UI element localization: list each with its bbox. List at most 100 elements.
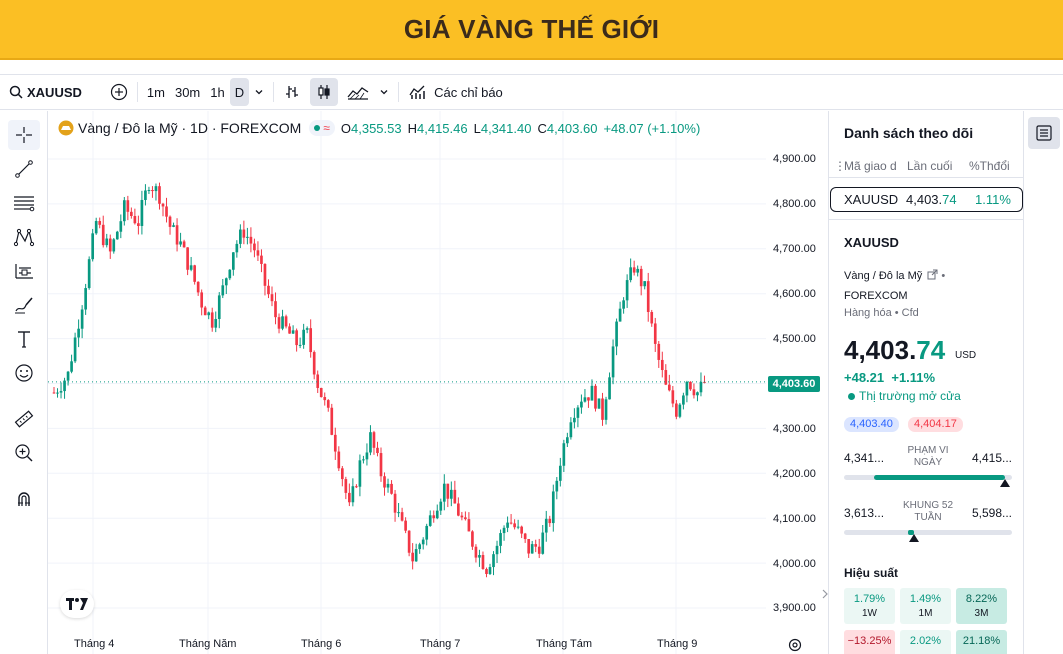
chart-legend: Vàng / Đô la Mỹ · 1D · FOREXCOM ≈ O 4,355… bbox=[58, 119, 706, 137]
candle-down bbox=[467, 519, 471, 532]
legend-close: 4,403.60 bbox=[546, 120, 598, 136]
candle-down bbox=[513, 523, 516, 528]
fib-tool[interactable] bbox=[8, 188, 40, 218]
column-symbol[interactable]: Mã giao d bbox=[844, 159, 897, 173]
candle-down bbox=[249, 236, 253, 244]
area-style-button[interactable] bbox=[342, 78, 374, 106]
candle-down bbox=[284, 316, 288, 327]
chevron-right-icon bbox=[822, 589, 828, 599]
performance-period: 1W bbox=[862, 608, 877, 619]
interval-dropdown[interactable] bbox=[249, 78, 269, 106]
week52-marker-icon bbox=[909, 534, 920, 542]
candle-up bbox=[558, 465, 562, 481]
emoji-tool[interactable] bbox=[8, 358, 40, 388]
detail-symbol[interactable]: XAUUSD bbox=[844, 235, 899, 250]
candles-style-button[interactable] bbox=[310, 78, 339, 106]
candle-up bbox=[386, 483, 390, 488]
interval-1m[interactable]: 1m bbox=[142, 78, 170, 106]
candlestick-chart[interactable] bbox=[48, 111, 820, 654]
column-change[interactable]: %Thđổi bbox=[969, 159, 1010, 173]
panel-collapse-handle[interactable] bbox=[821, 584, 828, 604]
pattern-tool[interactable] bbox=[8, 222, 40, 252]
indicators-icon bbox=[409, 85, 425, 99]
measure-tool[interactable] bbox=[8, 404, 40, 434]
candle-up bbox=[77, 328, 80, 338]
candle-down bbox=[393, 493, 397, 513]
candle-up bbox=[369, 432, 372, 453]
candle-down bbox=[196, 281, 200, 293]
delayed-icon: ≈ bbox=[323, 121, 330, 135]
forecast-tool[interactable] bbox=[8, 256, 40, 286]
candle-up bbox=[682, 395, 685, 405]
candle-down bbox=[446, 483, 450, 499]
market-status-text: Thị trường mở cửa bbox=[859, 389, 961, 403]
candle-up bbox=[696, 392, 699, 396]
external-link-icon[interactable] bbox=[927, 269, 938, 280]
candle-down bbox=[474, 546, 478, 558]
candle-down bbox=[161, 203, 165, 207]
candle-up bbox=[365, 452, 369, 460]
market-status-pill: ≈ bbox=[309, 120, 335, 136]
candle-up bbox=[492, 554, 495, 568]
symbol-search[interactable]: XAUUSD bbox=[4, 78, 87, 106]
candle-down bbox=[312, 352, 316, 375]
legend-close-key: C bbox=[537, 120, 547, 136]
performance-title: Hiệu suất bbox=[844, 566, 899, 580]
forecast-icon bbox=[15, 264, 33, 279]
interval-1d[interactable]: D bbox=[229, 78, 250, 106]
brush-icon bbox=[15, 297, 33, 314]
candle-up bbox=[439, 501, 443, 511]
chart-pane[interactable] bbox=[48, 111, 820, 654]
candle-up bbox=[580, 401, 583, 408]
candle-up bbox=[562, 443, 566, 466]
indicators-button[interactable]: Các chỉ báo bbox=[403, 78, 508, 106]
candle-down bbox=[158, 186, 161, 204]
day-range-low: 4,341... bbox=[844, 451, 885, 465]
chart-settings-button[interactable] bbox=[788, 638, 804, 654]
watchlist-row[interactable]: XAUUSD 4,403.74 1.11% bbox=[830, 187, 1023, 212]
magnet-tool[interactable] bbox=[8, 484, 40, 514]
smiley-icon bbox=[15, 364, 33, 382]
candle-up bbox=[583, 397, 587, 402]
brush-tool[interactable] bbox=[8, 290, 40, 320]
interval-30m[interactable]: 30m bbox=[170, 78, 205, 106]
watchlist-toggle-button[interactable] bbox=[1028, 117, 1060, 149]
crosshair-tool[interactable] bbox=[8, 120, 40, 150]
bars-style-button[interactable] bbox=[278, 78, 306, 106]
candle-down bbox=[256, 250, 260, 256]
detail-change: +48.21 +1.11% bbox=[844, 370, 935, 385]
trend-line-tool[interactable] bbox=[8, 154, 40, 184]
week52-low: 3,613... bbox=[844, 506, 885, 520]
candle-down bbox=[133, 216, 137, 224]
candle-up bbox=[397, 512, 400, 514]
row-last: 4,403.74 bbox=[906, 192, 957, 207]
performance-value: 1.49% bbox=[909, 593, 942, 605]
candle-up bbox=[140, 199, 144, 226]
plus-circle-icon bbox=[110, 83, 128, 101]
candle-up bbox=[358, 460, 362, 487]
detail-category: Hàng hóa • Cfd bbox=[844, 307, 919, 319]
performance-value: 21.18% bbox=[962, 635, 1001, 647]
legend-change: +48.07 (+1.10%) bbox=[603, 120, 701, 136]
compare-button[interactable] bbox=[105, 78, 133, 106]
candle-down bbox=[323, 397, 327, 401]
candle-down bbox=[646, 281, 650, 312]
interval-1h[interactable]: 1h bbox=[205, 78, 229, 106]
tradingview-logo[interactable] bbox=[60, 590, 94, 618]
text-tool[interactable] bbox=[8, 324, 40, 354]
candle-up bbox=[154, 186, 158, 192]
column-last[interactable]: Lần cuối bbox=[907, 159, 952, 173]
dot-separator-icon: • bbox=[941, 270, 946, 282]
candle-down bbox=[355, 486, 358, 488]
zoom-tool[interactable] bbox=[8, 438, 40, 468]
candle-down bbox=[98, 221, 102, 225]
y-tick-label: 4,300.00 bbox=[773, 423, 816, 435]
x-tick-label: Tháng 6 bbox=[301, 638, 342, 650]
detail-name[interactable]: Vàng / Đô la Mỹ bbox=[844, 270, 922, 282]
chart-style-dropdown[interactable] bbox=[374, 78, 394, 106]
legend-open: 4,355.53 bbox=[351, 120, 402, 136]
performance-value: 1.79% bbox=[853, 593, 886, 605]
performance-tile: 2.02% bbox=[900, 630, 951, 654]
detail-exchange[interactable]: FOREXCOM bbox=[844, 290, 908, 302]
candle-down bbox=[432, 515, 436, 519]
